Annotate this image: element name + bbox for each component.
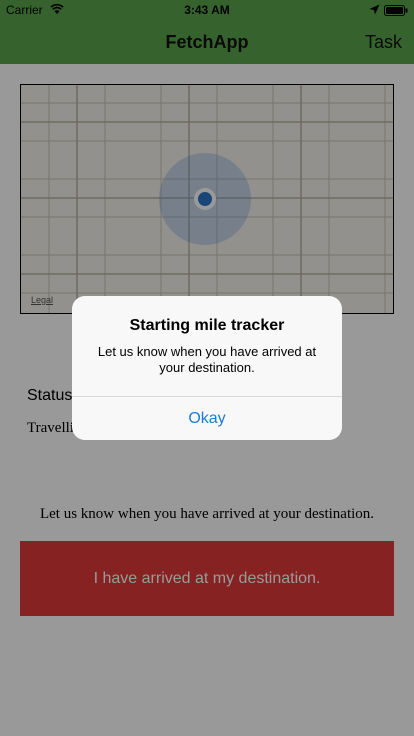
alert-message: Let us know when you have arrived at you… bbox=[97, 344, 317, 375]
alert-title: Starting mile tracker bbox=[129, 317, 285, 334]
okay-button[interactable]: Okay bbox=[72, 397, 342, 440]
alert-dialog: Starting mile tracker Let us know when y… bbox=[72, 296, 342, 440]
